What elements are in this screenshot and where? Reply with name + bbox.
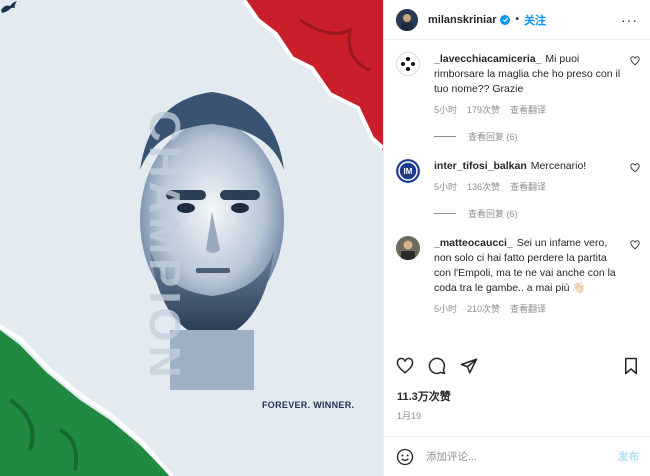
separator-dot: • [515, 14, 519, 25]
post-date: 1月19 [397, 411, 422, 421]
verified-badge-icon [500, 14, 511, 25]
comment-likes[interactable]: 179次赞 [467, 103, 500, 116]
more-options-button[interactable]: ··· [621, 12, 638, 28]
comment-item: _matteocaucci_ Sei un infame vero, non so… [384, 236, 650, 315]
comment-likes[interactable]: 136次赞 [467, 180, 500, 193]
comment-time: 5小时 [434, 304, 458, 314]
like-comment-icon[interactable] [630, 56, 640, 66]
heart-icon [396, 357, 414, 374]
view-replies-button[interactable]: 查看回复 (6) [434, 130, 650, 143]
commenter-username[interactable]: _matteocaucci_ [434, 237, 513, 249]
post-header: milanskriniar • 关注 ··· [384, 0, 650, 40]
comment-time: 5小时 [434, 182, 458, 192]
like-button[interactable] [396, 357, 414, 375]
comment-likes[interactable]: 210次赞 [467, 302, 500, 315]
post-viewer: CHAMPION FOREVER. WINNER. milanskriniar … [0, 0, 650, 476]
view-replies-label: 查看回复 (6) [468, 132, 518, 142]
post-actions-bar [384, 352, 650, 380]
commenter-avatar[interactable]: IM [396, 159, 420, 183]
vertical-word: CHAMPION [140, 110, 189, 382]
comment-icon [428, 357, 446, 375]
view-replies-button[interactable]: 查看回复 (6) [434, 207, 650, 220]
share-button[interactable] [460, 357, 478, 375]
puma-logo-icon [1, 1, 17, 13]
send-icon [460, 358, 478, 374]
like-comment-icon[interactable] [630, 163, 640, 173]
comment-text: Mercenario! [530, 160, 587, 172]
smiley-icon [396, 448, 414, 465]
avatar-icon [396, 8, 418, 31]
avatar-icon [396, 52, 420, 76]
translate-link[interactable]: 查看翻译 [510, 103, 546, 116]
comment-input[interactable] [426, 450, 618, 463]
comment-time: 5小时 [434, 105, 458, 115]
like-count[interactable]: 11.3万次赞 [397, 388, 451, 404]
svg-text:IM: IM [404, 167, 413, 176]
view-replies-label: 查看回复 (6) [468, 209, 518, 219]
translate-link[interactable]: 查看翻译 [510, 180, 546, 193]
avatar-icon: IM [396, 159, 420, 183]
comment-button[interactable] [428, 357, 446, 375]
save-button[interactable] [623, 357, 639, 375]
comment-list[interactable]: _lavecchiacamiceria_ Mi puoi rimborsare l… [384, 40, 650, 347]
comment-item: _lavecchiacamiceria_ Mi puoi rimborsare l… [384, 52, 650, 116]
comment-item: IM inter_tifosi_balkan Mercenario! 5小时 13… [384, 159, 650, 193]
comments-panel: milanskriniar • 关注 ··· _lavecchiacamicer… [383, 0, 650, 476]
like-comment-icon[interactable] [630, 240, 640, 250]
bookmark-icon [625, 357, 637, 375]
avatar-icon [396, 236, 420, 260]
author-avatar[interactable] [396, 8, 418, 31]
post-image[interactable]: CHAMPION FOREVER. WINNER. [0, 0, 383, 476]
translate-link[interactable]: 查看翻译 [510, 302, 546, 315]
commenter-avatar[interactable] [396, 52, 420, 76]
post-comment-button[interactable]: 发布 [618, 449, 639, 464]
commenter-username[interactable]: inter_tifosi_balkan [434, 160, 527, 172]
follow-button[interactable]: 关注 [524, 12, 546, 28]
commenter-username[interactable]: _lavecchiacamiceria_ [434, 53, 541, 65]
comment-composer: 发布 [384, 436, 650, 476]
author-username[interactable]: milanskriniar [428, 14, 496, 26]
emoji-button[interactable] [396, 448, 414, 466]
image-tagline: FOREVER. WINNER. [262, 400, 355, 410]
commenter-avatar[interactable] [396, 236, 420, 260]
